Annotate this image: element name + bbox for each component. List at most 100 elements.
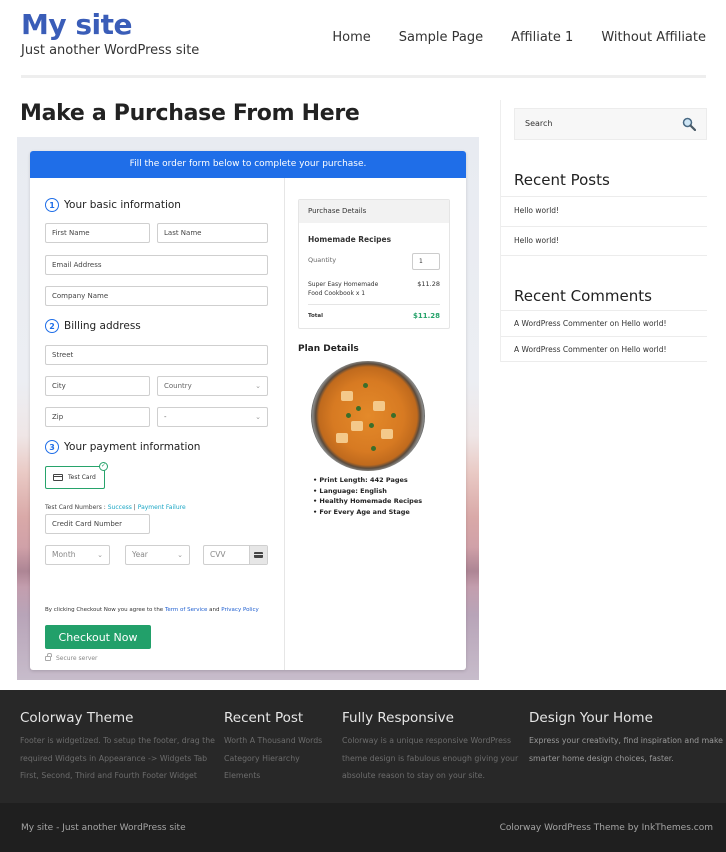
total-amount: $11.28	[412, 312, 440, 320]
state-select[interactable]: - ⌄	[157, 407, 268, 427]
dish-detail	[371, 446, 376, 451]
footer-post-link[interactable]: Elements	[224, 767, 322, 785]
footer-column-design-your-home: Design Your Home Express your creativity…	[529, 710, 723, 767]
email-input[interactable]: Email Address	[45, 255, 268, 275]
footer-column-colorway-theme: Colorway Theme Footer is widgetized. To …	[20, 710, 215, 785]
dish-detail	[363, 383, 368, 388]
footer-text: smarter home design choices, faster.	[529, 753, 674, 763]
street-input[interactable]: Street	[45, 345, 268, 365]
comment-post-link[interactable]: Hello world!	[621, 345, 666, 354]
credit-card-number-input[interactable]: Credit Card Number	[45, 514, 150, 534]
comment-post-link[interactable]: Hello world!	[621, 319, 666, 328]
terms-prefix: By clicking Checkout Now you agree to th…	[45, 607, 165, 613]
site-title[interactable]: My site	[21, 8, 133, 41]
cvv-placeholder: CVV	[210, 550, 226, 559]
divider	[308, 304, 440, 305]
last-name-input[interactable]: Last Name	[157, 223, 268, 243]
header-divider	[21, 75, 706, 78]
nav-without-affiliate[interactable]: Without Affiliate	[601, 30, 706, 45]
footer: Colorway Theme Footer is widgetized. To …	[0, 690, 726, 803]
dish-detail	[336, 433, 348, 443]
card-icon	[249, 546, 267, 564]
page: My site Just another WordPress site Home…	[0, 0, 726, 852]
footer-column-title: Colorway Theme	[20, 710, 134, 726]
footer-column-recent-post: Recent Post Worth A Thousand Words Categ…	[224, 710, 322, 785]
zip-input[interactable]: Zip	[45, 407, 150, 427]
footer-column-title: Fully Responsive	[342, 710, 454, 726]
step-label: Your basic information	[64, 199, 181, 211]
recent-comment-item: A WordPress Commenter on Hello world!	[501, 336, 707, 362]
checkout-now-button[interactable]: Checkout Now	[45, 625, 151, 649]
footer-theme-credit[interactable]: Colorway WordPress Theme by InkThemes.co…	[500, 823, 713, 833]
footer-text: required Widgets in Appearance -> Widget…	[20, 753, 208, 763]
recent-post-link[interactable]: Hello world!	[514, 236, 559, 245]
recent-post-link[interactable]: Hello world!	[514, 206, 559, 215]
curry-dish-image	[311, 361, 425, 471]
plan-feature: For Every Age and Stage	[313, 507, 422, 518]
comment-author-link[interactable]: A WordPress Commenter	[514, 319, 607, 328]
test-card-payment-option[interactable]: Test Card ✓	[45, 462, 108, 489]
terms-and: and	[207, 607, 222, 613]
footer-post-link[interactable]: Worth A Thousand Words	[224, 732, 322, 750]
quantity-input[interactable]: 1	[412, 253, 440, 270]
plan-details-title: Plan Details	[298, 344, 359, 354]
recent-comments-title: Recent Comments	[514, 287, 652, 305]
nav-affiliate-1[interactable]: Affiliate 1	[511, 30, 573, 45]
success-link[interactable]: Success	[108, 504, 132, 511]
recent-posts-title: Recent Posts	[514, 171, 610, 189]
dish-detail	[391, 413, 396, 418]
city-input[interactable]: City	[45, 376, 150, 396]
dish-detail	[381, 429, 393, 439]
month-select[interactable]: Month ⌄	[45, 545, 110, 565]
secure-server-note: Secure server	[45, 653, 98, 662]
dish-detail	[346, 413, 351, 418]
test-card-numbers: Test Card Numbers : Success | Payment Fa…	[45, 504, 186, 511]
plan-feature: Healthy Homemade Recipes	[313, 496, 422, 507]
line-item-name: Super Easy Homemade Food Cookbook x 1	[308, 281, 379, 297]
form-banner: Fill the order form below to complete yo…	[30, 151, 466, 178]
comment-on: on	[607, 345, 622, 354]
plan-feature: Language: English	[313, 486, 422, 497]
plan-feature: Print Length: 442 Pages	[313, 475, 422, 486]
payment-option-label: Test Card	[68, 474, 96, 481]
quantity-label: Quantity	[308, 256, 337, 264]
footer-column-fully-responsive: Fully Responsive Colorway is a unique re…	[342, 710, 518, 785]
nav-home[interactable]: Home	[332, 30, 370, 45]
footer-site-credit: My site - Just another WordPress site	[21, 823, 186, 833]
step-payment-info: 3 Your payment information	[45, 440, 200, 454]
search-input[interactable]: Search	[514, 108, 707, 140]
month-select-value: Month	[52, 550, 76, 559]
company-input[interactable]: Company Name	[45, 286, 268, 306]
chevron-down-icon: ⌄	[97, 551, 103, 559]
comment-author-link[interactable]: A WordPress Commenter	[514, 345, 607, 354]
terms-of-service-link[interactable]: Term of Service	[165, 607, 207, 613]
dish-detail	[369, 423, 374, 428]
payment-failure-link[interactable]: Payment Failure	[138, 504, 186, 511]
purchase-details-header: Purchase Details	[299, 200, 449, 223]
search-icon[interactable]	[682, 117, 696, 131]
step-label: Your payment information	[64, 441, 201, 453]
cvv-input[interactable]: CVV	[203, 545, 268, 565]
footer-post-link[interactable]: Category Hierarchy	[224, 750, 322, 768]
privacy-policy-link[interactable]: Privacy Policy	[221, 607, 258, 613]
dish-detail	[356, 406, 361, 411]
order-form-card: Fill the order form below to complete yo…	[30, 151, 466, 670]
page-title: Make a Purchase From Here	[20, 101, 360, 126]
footer-text: Colorway is a unique responsive WordPres…	[342, 736, 512, 745]
year-select[interactable]: Year ⌄	[125, 545, 190, 565]
lock-icon	[45, 653, 52, 661]
form-right-column: Purchase Details Homemade Recipes Quanti…	[285, 178, 466, 670]
footer-bottom-bar: My site - Just another WordPress site Co…	[0, 803, 726, 852]
footer-text: First, Second, Third and Fourth Footer W…	[20, 771, 197, 780]
year-select-value: Year	[132, 550, 148, 559]
country-select[interactable]: Country ⌄	[157, 376, 268, 396]
nav-sample-page[interactable]: Sample Page	[399, 30, 483, 45]
main-nav: Home Sample Page Affiliate 1 Without Aff…	[304, 30, 706, 45]
step-label: Billing address	[64, 320, 141, 332]
total-label: Total	[308, 313, 324, 319]
first-name-input[interactable]: First Name	[45, 223, 150, 243]
footer-column-title: Recent Post	[224, 710, 304, 726]
step-billing-address: 2 Billing address	[45, 319, 141, 333]
state-select-value: -	[164, 413, 167, 421]
chevron-down-icon: ⌄	[255, 382, 261, 390]
